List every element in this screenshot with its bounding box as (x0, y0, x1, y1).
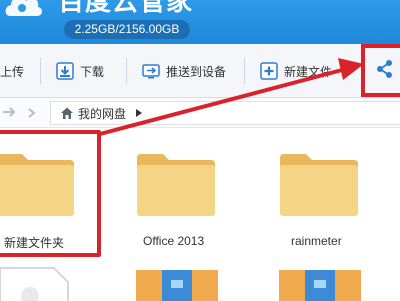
forward-arrow-icon[interactable] (2, 104, 18, 120)
breadcrumb[interactable]: 我的网盘 (50, 101, 400, 125)
download-label: 下载 (80, 64, 105, 79)
download-icon (56, 62, 74, 80)
share-icon (377, 60, 392, 78)
archive-item[interactable] (136, 270, 218, 301)
breadcrumb-item[interactable]: 我的网盘 (78, 105, 126, 122)
new-folder-icon (260, 62, 278, 80)
app-title: 百度云管家 (58, 0, 194, 17)
file-item[interactable] (0, 266, 72, 301)
download-button[interactable]: 下载 (56, 60, 104, 82)
toolbar-divider (244, 58, 245, 84)
folder-icon (280, 154, 358, 216)
new-folder-label: 新建文件 (284, 64, 333, 79)
history-dropdown-icon[interactable] (27, 107, 37, 119)
toolbar-divider (126, 58, 127, 84)
archive-icon (279, 270, 361, 301)
toolbar: 上传 下载 推送到设备 新建文件 (0, 44, 400, 98)
address-bar: 我的网盘 (0, 98, 400, 128)
caret-right-icon (136, 109, 142, 117)
storage-usage: 2.25GB/2156.00GB (64, 20, 190, 39)
app-header: 百度云管家 2.25GB/2156.00GB (0, 0, 400, 44)
cloud-logo-icon (5, 0, 42, 16)
archive-icon (136, 270, 218, 301)
folder-icon (137, 154, 215, 216)
selected-folder-highlight (0, 130, 101, 257)
document-icon (0, 267, 69, 301)
archive-item[interactable] (279, 270, 361, 301)
toolbar-divider (40, 58, 41, 84)
folder-item[interactable] (135, 152, 217, 218)
new-folder-button[interactable]: 新建文件 (260, 60, 332, 82)
home-icon (61, 107, 73, 119)
upload-button[interactable]: 上传 (0, 60, 24, 82)
file-name: Office 2013 (143, 234, 205, 248)
push-to-device-button[interactable]: 推送到设备 (142, 60, 226, 82)
share-button[interactable] (364, 46, 400, 96)
device-icon (142, 64, 160, 79)
folder-item[interactable] (278, 152, 360, 218)
push-label: 推送到设备 (166, 64, 227, 79)
upload-label: 上传 (0, 64, 25, 79)
file-name: rainmeter (291, 234, 342, 248)
